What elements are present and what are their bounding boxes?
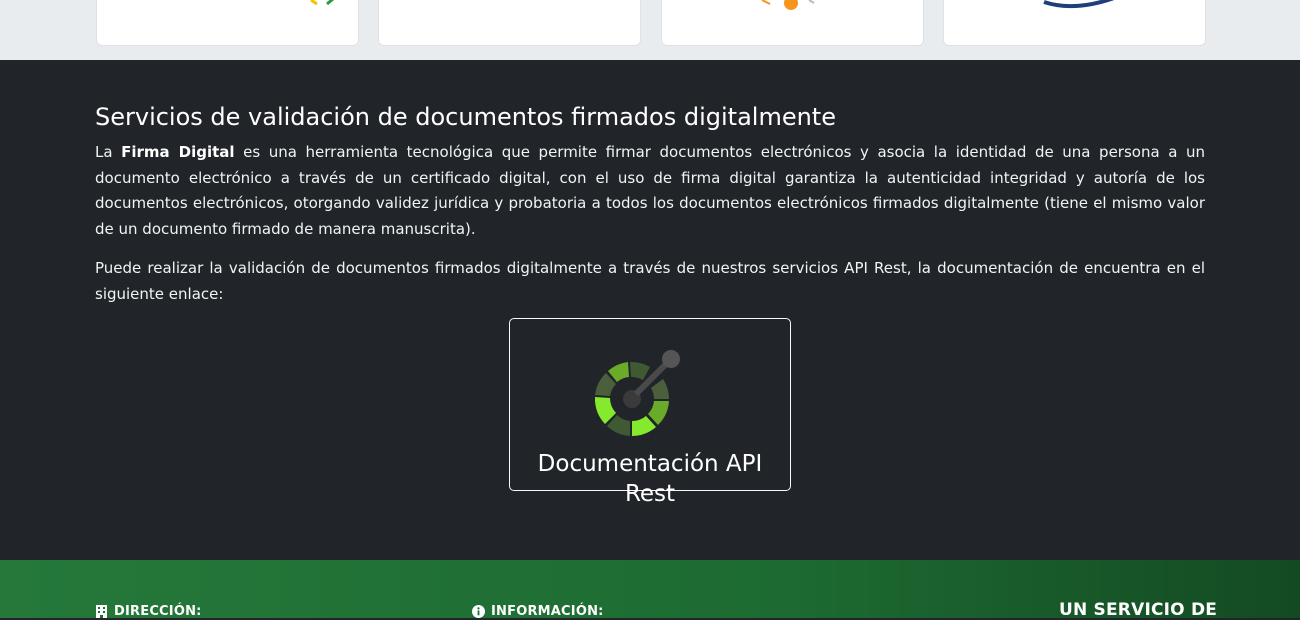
info-circle-icon (472, 605, 485, 618)
footer-info-heading: INFORMACIÓN: (472, 604, 604, 619)
service-card-3[interactable] (661, 0, 924, 46)
footer-service-heading: UN SERVICIO DE (1059, 600, 1218, 620)
service-card-4[interactable] (943, 0, 1206, 46)
card-logo-icon (1043, 0, 1115, 9)
service-card-1[interactable] (96, 0, 359, 46)
service-card-2[interactable] (378, 0, 641, 46)
page-footer: DIRECCIÓN: INFORMACIÓN: UN SERVICIO DE (0, 560, 1300, 620)
validation-section: Servicios de validación de documentos fi… (0, 60, 1300, 560)
api-rest-documentation-button[interactable]: Documentación API Rest (509, 318, 791, 507)
card-logo-icon (310, 0, 334, 6)
para1-rest: es una herramienta tecnológica que permi… (95, 143, 1205, 238)
top-cards-strip (0, 0, 1300, 60)
api-rest-button-label: Documentación API Rest (537, 451, 763, 507)
card-logo-icon (761, 0, 815, 10)
firma-digital-term: Firma Digital (121, 143, 235, 161)
openapi-logo-icon (594, 350, 680, 436)
para1-prefix: La (95, 143, 122, 161)
firma-digital-description: La Firma Digital es una herramienta tecn… (95, 140, 1205, 242)
section-title: Servicios de validación de documentos fi… (95, 103, 836, 131)
api-rest-description: Puede realizar la validación de document… (95, 259, 1205, 303)
address-heading-text: DIRECCIÓN: (114, 604, 202, 619)
info-heading-text: INFORMACIÓN: (491, 604, 604, 619)
footer-address-heading: DIRECCIÓN: (95, 604, 202, 619)
building-icon (96, 605, 107, 618)
